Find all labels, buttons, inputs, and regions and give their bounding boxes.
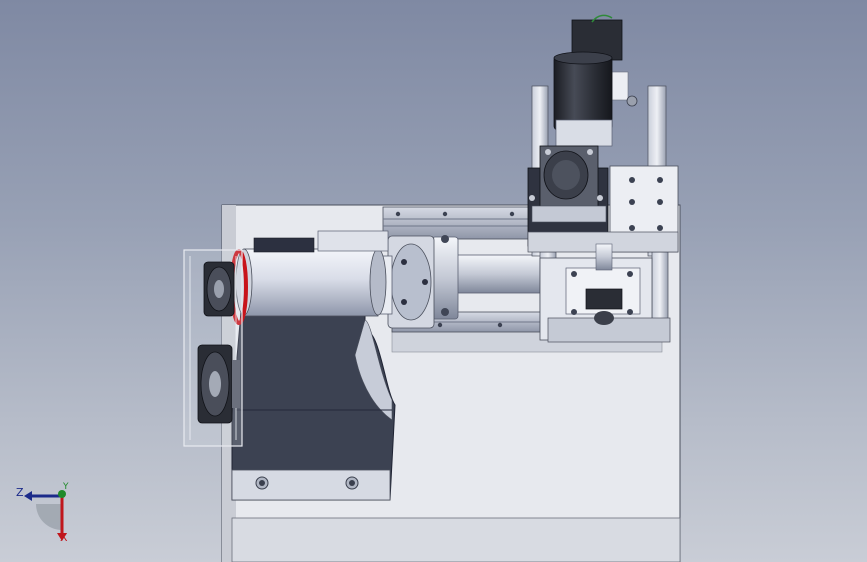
headstock-body[interactable] xyxy=(231,299,396,501)
axis-x-label: X xyxy=(60,531,68,544)
lower-carriage[interactable] xyxy=(539,243,671,343)
triad-graphic xyxy=(24,490,67,541)
triad-quadrant xyxy=(36,504,62,530)
axis-z-label: Z xyxy=(16,486,24,499)
axis-y-label: Y xyxy=(63,482,69,492)
upper-pulley[interactable] xyxy=(203,261,235,317)
headstock-cylinder[interactable] xyxy=(235,230,389,317)
arrow-left-icon xyxy=(24,491,62,501)
servo-motor[interactable] xyxy=(553,14,638,147)
cad-model[interactable] xyxy=(0,0,867,562)
cad-viewport[interactable]: Z Y X xyxy=(0,0,867,562)
orientation-triad: Z Y X xyxy=(14,480,84,550)
tool-post[interactable] xyxy=(527,145,609,247)
